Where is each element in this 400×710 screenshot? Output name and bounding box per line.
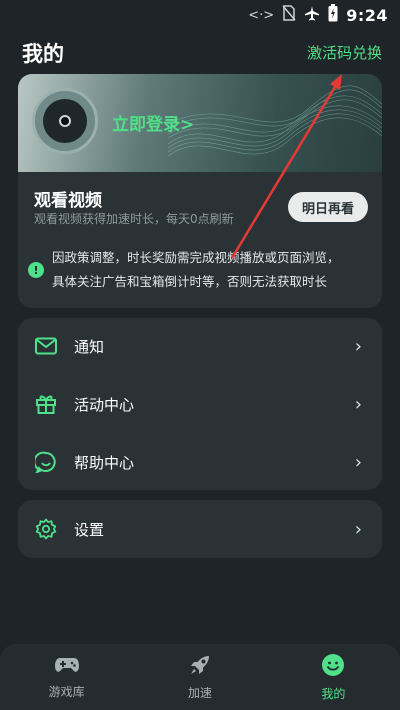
code-icon: <·> <box>248 7 275 23</box>
no-sim-icon <box>282 5 296 25</box>
camera-lens-icon <box>43 99 87 143</box>
login-banner[interactable]: 立即登录> <box>18 74 382 172</box>
exclamation-icon: ! <box>28 262 44 278</box>
gear-icon <box>34 517 58 541</box>
menu-item-help-center[interactable]: 帮助中心 › <box>18 434 382 490</box>
menu-label: 通知 <box>74 337 105 356</box>
tab-label: 加速 <box>187 685 212 700</box>
login-link[interactable]: 立即登录> <box>112 110 194 135</box>
chevron-right-icon: › <box>354 393 362 415</box>
menu-label: 活动中心 <box>74 395 135 414</box>
menu-item-activity-center[interactable]: 活动中心 › <box>18 376 382 432</box>
account-card: 立即登录> 观看视频 观看视频获得加速时长，每天0点刷新 明日再看 ! 因政策调… <box>18 74 382 308</box>
redeem-code-link[interactable]: 激活码兑换 <box>307 42 382 63</box>
chat-icon <box>34 450 58 474</box>
avatar[interactable] <box>32 88 98 154</box>
page-title: 我的 <box>22 42 64 66</box>
notice-text: 因政策调整，时长奖励需完成视频播放或页面浏览， 具体关注广告和宝箱倒计时等，否则… <box>52 246 340 294</box>
menu-list: 通知 › 活动中心 › 帮助中心 › <box>18 318 382 490</box>
gamepad-icon <box>54 655 80 679</box>
tab-accelerate[interactable]: 加速 <box>133 644 266 710</box>
tab-label: 游戏库 <box>48 684 85 699</box>
wave-pattern <box>168 85 382 157</box>
settings-row[interactable]: 设置 › <box>18 500 382 558</box>
chevron-right-icon: › <box>354 518 362 540</box>
watch-video-title: 观看视频 <box>34 191 102 211</box>
status-bar: <·> 9:24 <box>0 0 400 30</box>
menu-item-notifications[interactable]: 通知 › <box>18 318 382 374</box>
gift-icon <box>34 392 58 416</box>
mail-icon <box>34 334 58 358</box>
bottom-tab-bar: 游戏库 加速 我的 <box>0 644 400 710</box>
rocket-icon <box>189 654 211 680</box>
tab-game-library[interactable]: 游戏库 <box>0 644 133 710</box>
battery-charging-icon <box>328 4 338 26</box>
tab-label: 我的 <box>321 686 346 701</box>
notice-line-2: 具体关注广告和宝箱倒计时等，否则无法获取时长 <box>52 274 328 289</box>
watch-video-subtitle: 观看视频获得加速时长，每天0点刷新 <box>34 212 234 226</box>
watch-tomorrow-button[interactable]: 明日再看 <box>288 192 368 222</box>
airplane-icon <box>304 5 320 25</box>
chevron-right-icon: › <box>354 451 362 473</box>
smiley-icon <box>321 653 345 681</box>
menu-label: 帮助中心 <box>74 453 135 472</box>
menu-item-settings[interactable]: 设置 › <box>18 501 382 557</box>
notice-line-1: 因政策调整，时长奖励需完成视频播放或页面浏览， <box>52 250 340 265</box>
policy-notice: ! 因政策调整，时长奖励需完成视频播放或页面浏览， 具体关注广告和宝箱倒计时等，… <box>28 242 372 298</box>
tab-mine[interactable]: 我的 <box>267 644 400 710</box>
menu-label: 设置 <box>74 520 105 539</box>
status-time: 9:24 <box>346 5 388 25</box>
chevron-right-icon: › <box>354 335 362 357</box>
